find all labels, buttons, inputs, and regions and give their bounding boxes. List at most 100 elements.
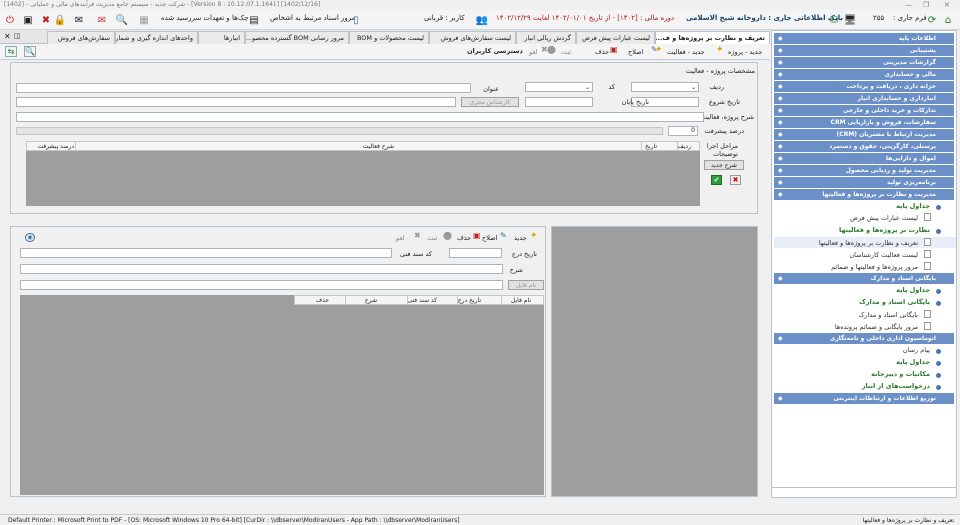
sidebar-sub-archive-docs[interactable]: بایگانی اسناد و مدارک xyxy=(859,298,930,306)
tech-code-input[interactable] xyxy=(20,248,392,258)
end-date-input[interactable] xyxy=(525,97,593,107)
tab-sales-orders[interactable]: سفارش‌های فروش xyxy=(47,31,115,44)
sidebar-header-projects[interactable]: ◆ مدیریت و نظارت بر پروژه‌ها و فعالیتها xyxy=(774,189,954,200)
sidebar-header-reports[interactable]: ◆ گزارشات مدیریتی xyxy=(774,57,954,68)
tab-projects[interactable]: تعریف و نظارت بر پروژه‌ها و ف... xyxy=(655,31,770,44)
sidebar-header-production[interactable]: ◆ مدیریت تولید و ردیابی محصول xyxy=(774,165,954,176)
expert-button[interactable]: کارشناس مجری xyxy=(461,97,519,107)
exit-icon[interactable]: ⏻ xyxy=(2,12,18,28)
sidebar-sub-basic-tables[interactable]: جداول پایه xyxy=(896,202,930,210)
sidebar-header-accounting[interactable]: ◆ مالی و حسابداری xyxy=(774,69,954,80)
row-select[interactable]: ⌄ xyxy=(631,82,699,92)
message-icon[interactable]: ✉ xyxy=(94,12,110,28)
documents-grid[interactable]: نام فایل تاریخ درج کد سند فنی شرح حذف xyxy=(20,295,544,495)
sidebar-item-office-tables[interactable]: جداول پایه xyxy=(896,358,930,366)
expert-input[interactable] xyxy=(16,97,456,107)
sidebar-item-warehouse-requests[interactable]: درخواست‌های از انبار xyxy=(862,382,930,390)
sidebar-header-inventory[interactable]: ◆ انبارداری و حسابداری انبار xyxy=(774,93,954,104)
confirm-icon[interactable]: ✔ xyxy=(711,175,722,185)
docs-cancel-icon[interactable]: ✖ xyxy=(414,232,421,240)
file-name-button[interactable]: نام فایل xyxy=(508,280,544,290)
export-icon[interactable]: ⇆ xyxy=(5,46,17,57)
new-desc-button[interactable]: شرح جدید xyxy=(704,160,744,170)
view-icon[interactable]: ◉ xyxy=(25,233,35,242)
sidebar-header-treasury[interactable]: ◆ خزانه داری ، دریافت و پرداخت xyxy=(774,81,954,92)
sidebar-item-correspondence[interactable]: مکاتبات و دبیرخانه xyxy=(871,370,930,378)
sidebar-item-expert-activities[interactable]: لیست فعالیت کارشناسان xyxy=(849,251,918,259)
title-input[interactable] xyxy=(16,83,471,93)
delete-button[interactable]: حذف xyxy=(595,48,609,56)
sidebar-header-office[interactable]: ◆ اتوماسیون اداری داخلی و نامه‌نگاری xyxy=(774,333,954,344)
sidebar-item-review-projects[interactable]: مرور پروژه‌ها و فعالیتها و ضمائم xyxy=(831,263,918,271)
code-select[interactable]: ⌄ xyxy=(525,82,593,92)
tab-units[interactable]: واحدهای اندازه گیری و شمارش... xyxy=(115,31,198,44)
document-icon[interactable]: ▯ xyxy=(348,12,364,28)
docs-save-button[interactable]: ثبت xyxy=(427,234,437,242)
pin-icon[interactable]: ◫ xyxy=(14,32,21,40)
sidebar-header-info[interactable]: ◆ توزیع اطلاعات و ارتباطات اینترنتی xyxy=(774,393,954,404)
checks-due-link[interactable]: چک‌ها و تعهدات سررسید شده xyxy=(161,14,248,22)
zoom-icon[interactable]: 🔍 xyxy=(24,46,36,57)
save-icon[interactable]: ⬤ xyxy=(547,46,556,54)
cancel-button[interactable]: لغو xyxy=(529,48,537,56)
sidebar-item-archive-docs[interactable]: بایگانی اسناد و مدارک xyxy=(859,311,918,319)
docs-save-icon[interactable]: ⬤ xyxy=(443,232,452,240)
docs-desc-input[interactable] xyxy=(20,264,503,274)
docs-edit-button[interactable]: اصلاح xyxy=(482,234,497,242)
docs-new-button[interactable]: جدید xyxy=(514,234,527,242)
tab-default-phrases[interactable]: لیست عبارات پیش فرض xyxy=(576,31,655,44)
window-icon[interactable]: ▣ xyxy=(20,12,36,28)
checks-icon[interactable]: ▤ xyxy=(246,12,262,28)
grid-icon[interactable]: ▦ xyxy=(136,12,152,28)
reject-icon[interactable]: ✖ xyxy=(730,175,741,185)
file-name-input[interactable] xyxy=(20,280,503,290)
sidebar-item-archive-review[interactable]: مرور بایگانی و ضمائم پرونده‌ها xyxy=(835,323,918,331)
docs-delete-icon[interactable]: ▣ xyxy=(473,232,481,240)
sidebar-header-assets[interactable]: ◆ اموال و دارایی‌ها xyxy=(774,153,954,164)
sidebar-header-archive[interactable]: ◆ بایگانی اسناد و مدارک xyxy=(774,273,954,284)
tab-sales-order-list[interactable]: لیست سفارش‌های فروش xyxy=(429,31,516,44)
minimize-icon[interactable]: — xyxy=(905,1,912,9)
tab-products-bom[interactable]: لیست محصولات و BOM xyxy=(349,31,429,44)
docs-date-input[interactable] xyxy=(449,248,502,258)
new-project-icon[interactable]: ✦ xyxy=(716,46,724,55)
sidebar-sub-archive-tables[interactable]: جداول پایه xyxy=(896,286,930,294)
mail-icon[interactable]: ✉ xyxy=(71,12,87,28)
refresh-icon[interactable]: ⟳ xyxy=(924,12,940,28)
description-input[interactable] xyxy=(16,112,704,122)
sidebar-header-support[interactable]: ◆ پشتیبانی xyxy=(774,45,954,56)
sidebar-header-sales[interactable]: ◆ سفارشات، فروش و بازاریابی CRM xyxy=(774,117,954,128)
docs-edit-icon[interactable]: ✎ xyxy=(500,232,507,240)
close-tab-icon[interactable]: ✕ xyxy=(4,32,11,41)
lock-icon[interactable]: 🔒 xyxy=(52,12,68,28)
sidebar-item-messenger[interactable]: پیام رسان xyxy=(903,346,930,354)
stages-grid[interactable]: ردیف تاریخ شرح فعالیت درصد پیشرفت xyxy=(26,141,700,206)
tab-bom-update[interactable]: مرور رسانی BOM گسترده محصو... xyxy=(245,31,349,44)
sidebar-item-define-projects[interactable]: تعریف و نظارت بر پروژه‌ها و فعالیتها xyxy=(819,239,918,247)
sidebar-header-planning[interactable]: ◆ برنامه‌ریزی تولید xyxy=(774,177,954,188)
tab-warehouse-turnover[interactable]: گردش ریالی انبار xyxy=(516,31,576,44)
progress-input[interactable]: 0 xyxy=(668,126,698,136)
new-activity-button[interactable]: جدید - فعالیت xyxy=(667,48,705,56)
docs-cancel-button[interactable]: لغو xyxy=(396,234,404,242)
close-icon[interactable]: ✕ xyxy=(944,1,950,9)
search-icon[interactable]: 🔍 xyxy=(114,12,130,28)
restore-icon[interactable]: ❐ xyxy=(923,1,929,9)
delete-icon[interactable]: ▣ xyxy=(610,46,618,54)
sidebar-header-crm[interactable]: ◆ مدیریت ارتباط با مشتریان (CRM) xyxy=(774,129,954,140)
docs-new-icon[interactable]: ✦ xyxy=(530,232,538,241)
user-access-button[interactable]: دسترسی کاربران xyxy=(467,47,523,55)
edit-button[interactable]: اصلاح xyxy=(628,48,643,56)
save-button[interactable]: ثبت xyxy=(561,48,571,56)
sidebar-sub-project-supervision[interactable]: نظارت بر پروژه‌ها و فعالیتها xyxy=(839,226,930,234)
review-docs-link[interactable]: مرور اسناد مرتبط به اشخاص xyxy=(270,14,355,22)
sidebar-header-procurement[interactable]: ◆ تدارکات و خرید داخلی و خارجی xyxy=(774,105,954,116)
docs-delete-button[interactable]: حذف xyxy=(457,234,471,242)
home-icon[interactable]: ⌂ xyxy=(940,12,956,28)
new-project-button[interactable]: جدید - پروژه xyxy=(728,48,762,56)
sidebar-header-basic[interactable]: ◆ اطلاعات پایه xyxy=(774,33,954,44)
tab-warehouses[interactable]: انبارها xyxy=(198,31,245,44)
new-activity-icon[interactable]: ✦ xyxy=(655,46,663,55)
sidebar-item-default-phrases[interactable]: لیست عبارات پیش فرض xyxy=(850,214,918,222)
sidebar-header-hr[interactable]: ◆ پرسنلی، کارگزینی، حقوق و دستمزد xyxy=(774,141,954,152)
